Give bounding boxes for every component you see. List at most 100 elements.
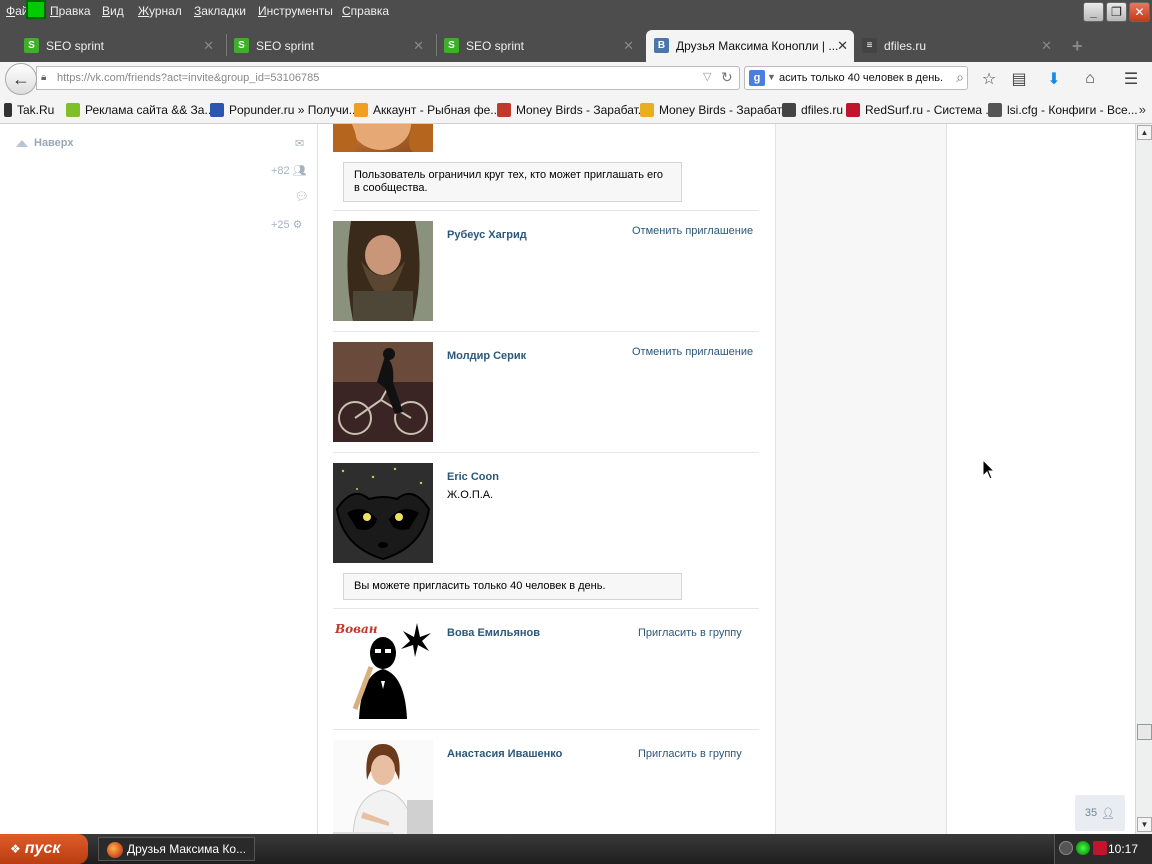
tab-close-icon[interactable]: ✕	[413, 38, 424, 54]
url-dropdown-icon[interactable]: ▽	[703, 70, 711, 83]
user-name-link[interactable]: Вова Емильянов	[447, 627, 540, 639]
window-controls: _ ❐ ✕	[1083, 2, 1150, 22]
dfiles-icon: ≡	[862, 38, 877, 53]
bookmark-popunder[interactable]: Popunder.ru » Получи...	[210, 103, 359, 117]
menu-tools[interactable]: Инструменты	[258, 4, 333, 18]
settings-notifications[interactable]: +25 ⚙	[271, 218, 303, 232]
person-icon: 👤︎	[1101, 807, 1116, 820]
divider	[333, 452, 759, 453]
bookmark-money-birds-1[interactable]: Money Birds - Зарабат...	[497, 103, 648, 117]
menu-edit[interactable]: Правка	[50, 4, 91, 18]
cancel-invite-button[interactable]: Отменить приглашение	[632, 225, 753, 237]
url-bar[interactable]: 🔒︎ https://vk.com/friends?act=invite&gro…	[36, 66, 740, 90]
tab-title: SEO sprint	[466, 39, 525, 53]
url-text[interactable]: https://vk.com/friends?act=invite&group_…	[57, 72, 319, 84]
more-bookmarks-icon[interactable]: »	[1139, 102, 1146, 117]
bookmark-akkaunt[interactable]: Аккаунт - Рыбная фе...	[354, 103, 500, 117]
tab-seo-sprint-2[interactable]: S SEO sprint ✕	[232, 30, 430, 62]
invite-to-group-button[interactable]: Пригласить в группу	[638, 627, 742, 639]
search-go-icon[interactable]: ⌕	[956, 69, 964, 86]
online-friends-button[interactable]: 35 👤︎	[1075, 795, 1125, 831]
tray-redsurf-icon[interactable]	[1093, 841, 1107, 855]
menu-help[interactable]: Справка	[342, 4, 389, 18]
user-name-link[interactable]: Анастасия Ивашенко	[447, 748, 562, 760]
list-item: Вован Вова Емильянов Пригласить в группу	[333, 619, 759, 719]
navigation-bar: 🔒︎ https://vk.com/friends?act=invite&gro…	[0, 62, 1152, 96]
tab-close-icon[interactable]: ✕	[623, 38, 634, 54]
clock: 10:17	[1107, 842, 1138, 856]
user-photo[interactable]	[333, 740, 433, 834]
search-input[interactable]: асить только 40 человек в день.	[779, 72, 943, 84]
user-photo[interactable]: Вован	[333, 619, 433, 719]
tab-title: dfiles.ru	[884, 39, 927, 53]
lock-icon: 🔒︎	[41, 72, 47, 83]
user-photo-partial[interactable]	[333, 124, 433, 152]
taskbar-window-firefox[interactable]: Друзья Максима Ко...	[98, 837, 255, 861]
restricted-notice: Пользователь ограничил круг тех, кто мож…	[343, 162, 682, 202]
new-tab-icon[interactable]: +	[1072, 36, 1083, 57]
bookmark-lsi-cfg[interactable]: lsi.cfg - Конфиги - Все...	[988, 103, 1138, 117]
start-button[interactable]: ❖ пуск	[0, 834, 88, 864]
search-engine-dropdown-icon[interactable]: ▼	[767, 72, 776, 82]
bookmark-icon	[782, 103, 796, 117]
tray-expand-icon[interactable]	[1059, 841, 1073, 855]
google-icon[interactable]: g	[749, 70, 765, 86]
restore-button[interactable]: ❐	[1106, 2, 1127, 22]
tray-status-icon[interactable]	[1076, 841, 1090, 855]
reload-icon[interactable]: ↻	[721, 69, 733, 86]
scroll-up-arrow-icon[interactable]: ▲	[1137, 125, 1152, 140]
scrollbar-thumb[interactable]	[1137, 724, 1152, 740]
bookmarks-menu-icon[interactable]: ▤	[1008, 68, 1030, 90]
invite-to-group-button[interactable]: Пригласить в группу	[638, 748, 742, 760]
user-photo[interactable]	[333, 463, 433, 563]
user-photo[interactable]	[333, 342, 433, 442]
home-icon[interactable]: ⌂	[1079, 68, 1101, 90]
tab-close-icon[interactable]: ✕	[203, 38, 214, 54]
user-name-link[interactable]: Молдир Серик	[447, 350, 526, 362]
bookmark-icon	[846, 103, 860, 117]
user-name-link[interactable]: Рубеус Хагрид	[447, 229, 527, 241]
tab-dfiles[interactable]: ≡ dfiles.ru ✕	[860, 30, 1058, 62]
bookmark-redsurf[interactable]: RedSurf.ru - Система ...	[846, 103, 995, 117]
menu-view[interactable]: Вид	[102, 4, 124, 18]
menu-icon[interactable]: ☰	[1120, 68, 1142, 90]
messages-icon[interactable]: ✉	[295, 137, 304, 150]
photo-caption: Вован	[334, 622, 378, 636]
minimize-button[interactable]: _	[1083, 2, 1104, 22]
cancel-invite-button[interactable]: Отменить приглашение	[632, 346, 753, 358]
search-bar[interactable]: g ▼ асить только 40 человек в день. ⌕	[744, 66, 968, 90]
friends-requests[interactable]: +82 👥︎	[271, 164, 307, 178]
bookmarks-toolbar: Tak.Ru Реклама сайта && За... Popunder.r…	[0, 96, 1152, 124]
close-window-button[interactable]: ✕	[1129, 2, 1150, 22]
menu-history[interactable]: Журнал	[138, 4, 182, 18]
user-name-link[interactable]: Eric Coon	[447, 471, 499, 483]
comments-icon[interactable]: 💬︎	[295, 190, 309, 203]
scroll-to-top-button[interactable]: Наверх	[16, 137, 74, 149]
windows-logo-icon: ❖	[10, 842, 21, 856]
user-photo[interactable]	[333, 221, 433, 321]
tab-seo-sprint-3[interactable]: S SEO sprint ✕	[442, 30, 640, 62]
tab-close-icon[interactable]: ✕	[837, 38, 848, 54]
scroll-down-arrow-icon[interactable]: ▼	[1137, 817, 1152, 832]
tab-bar: S SEO sprint ✕ S SEO sprint ✕ S SEO spri…	[0, 24, 1152, 62]
bookmark-money-birds-2[interactable]: Money Birds - Зарабат...	[640, 103, 791, 117]
tab-vk-friends[interactable]: B Друзья Максима Конопли | ... ✕	[646, 30, 854, 62]
downloads-icon[interactable]: ⬇	[1043, 68, 1065, 90]
tab-close-icon[interactable]: ✕	[1041, 38, 1052, 54]
bookmark-dfiles[interactable]: dfiles.ru	[782, 103, 843, 117]
bookmark-star-icon[interactable]: ☆	[978, 68, 1000, 90]
page-scrollbar[interactable]: ▲ ▼	[1135, 124, 1152, 834]
back-button[interactable]: ←	[5, 63, 37, 95]
bookmark-reklama[interactable]: Реклама сайта && За...	[66, 103, 214, 117]
bookmark-label: Popunder.ru » Получи...	[229, 103, 359, 117]
tab-title: Друзья Максима Конопли | ...	[676, 39, 839, 53]
bookmark-tak-ru[interactable]: Tak.Ru	[4, 103, 54, 117]
bookmark-icon	[210, 103, 224, 117]
bookmark-label: RedSurf.ru - Система ...	[865, 103, 996, 117]
page-content: Наверх ✉ +82 👥︎ 💬︎ +25 ⚙ Пользователь ог…	[0, 124, 1135, 834]
daily-limit-notice: Вы можете пригласить только 40 человек в…	[343, 573, 682, 600]
tab-title: SEO sprint	[46, 39, 105, 53]
tab-seo-sprint-1[interactable]: S SEO sprint ✕	[22, 30, 220, 62]
bookmark-label: Реклама сайта && За...	[85, 103, 215, 117]
menu-bookmarks[interactable]: Закладки	[194, 4, 246, 18]
